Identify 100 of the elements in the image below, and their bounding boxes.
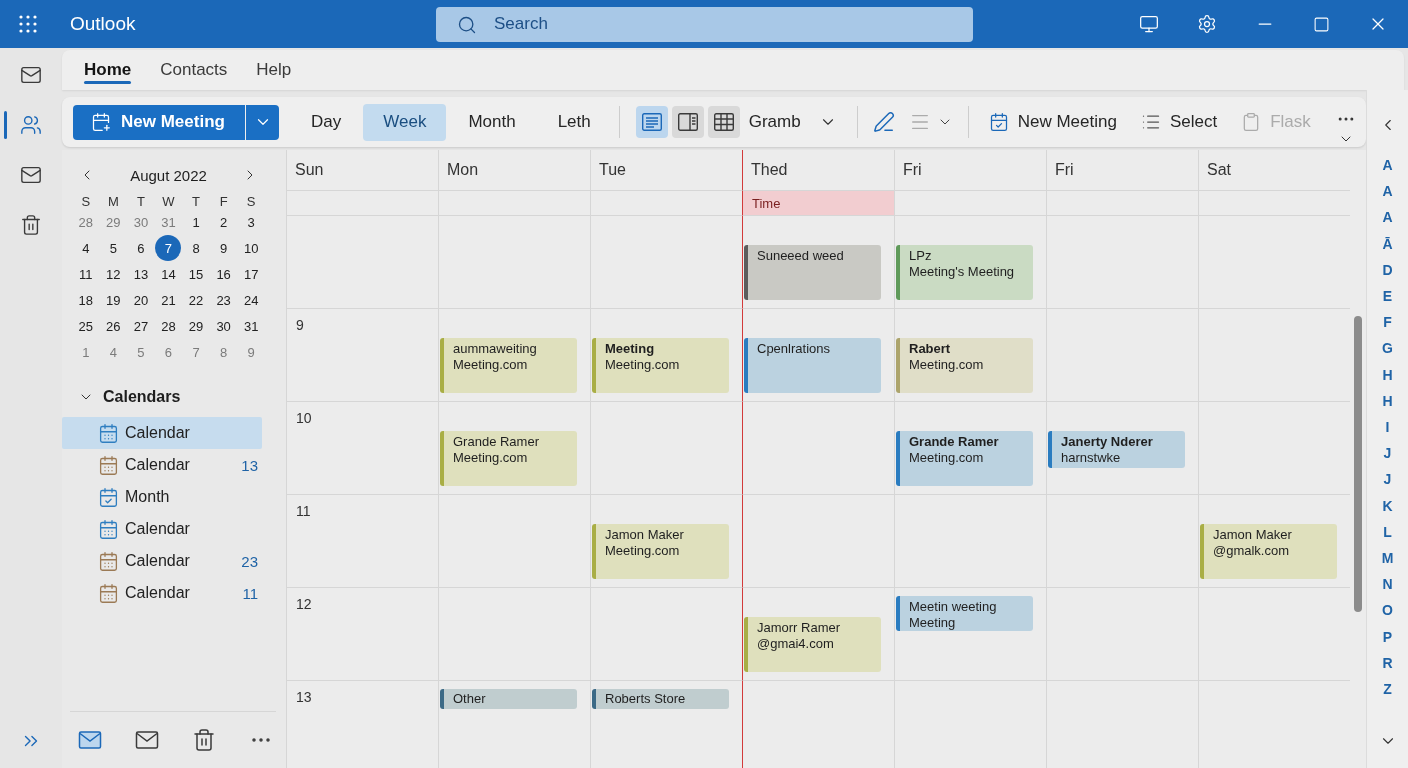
calendar-day[interactable]: 19 <box>100 287 127 313</box>
calendar-event[interactable]: Rabert Meeting.com <box>896 338 1033 393</box>
calendar-day[interactable]: 28 <box>72 209 99 235</box>
settings-icon[interactable] <box>1197 14 1217 34</box>
view-button[interactable]: Day <box>291 103 362 141</box>
calendar-event[interactable]: Grande Ramer Meeting.com <box>896 431 1033 486</box>
calendar-day[interactable]: 6 <box>127 235 154 261</box>
layout-dropdown[interactable]: Gramb <box>739 104 849 140</box>
mail-icon[interactable] <box>20 64 42 86</box>
layout-button[interactable] <box>707 106 740 138</box>
toolbar-button[interactable]: New Meeting <box>976 104 1129 140</box>
mail-icon[interactable] <box>78 730 102 750</box>
calendar-event[interactable]: Jamon Maker @gmalk.com <box>1200 524 1337 579</box>
index-letter[interactable]: O <box>1382 597 1393 624</box>
calendar-list-item[interactable]: Month <box>62 481 262 513</box>
calendar-day[interactable]: 22 <box>183 287 210 313</box>
tab[interactable]: Contacts <box>160 50 228 90</box>
trash-icon[interactable] <box>20 214 42 236</box>
calendar-event[interactable]: Grande Ramer Meeting.com <box>440 431 577 486</box>
calendar-day[interactable]: 18 <box>72 287 99 313</box>
calendar-event[interactable]: Meeting Meeting.com <box>592 338 729 393</box>
index-letter[interactable]: F <box>1383 309 1392 336</box>
new-meeting-button[interactable]: New Meeting <box>73 104 245 140</box>
calendar-day[interactable]: 1 <box>183 209 210 235</box>
mail-icon[interactable] <box>20 164 42 186</box>
maximize-icon[interactable] <box>1313 15 1330 33</box>
mail-icon[interactable] <box>135 730 159 750</box>
index-letter[interactable]: A <box>1382 204 1393 231</box>
calendar-day[interactable]: 16 <box>210 261 237 287</box>
calendar-list-item[interactable]: Calendar 11 <box>62 577 262 609</box>
calendar-event[interactable]: Janerty Nderer harnstwke <box>1048 431 1185 468</box>
calendar-day[interactable]: 8 <box>183 235 210 261</box>
calendar-event[interactable]: Cpenlrations <box>744 338 881 393</box>
index-letter[interactable]: P <box>1382 623 1393 650</box>
calendar-day[interactable]: 11 <box>72 261 99 287</box>
calendar-list-item[interactable]: Calendar <box>62 513 262 545</box>
calendar-day[interactable]: 29 <box>183 313 210 339</box>
index-letter[interactable]: E <box>1382 283 1393 310</box>
calendar-day[interactable]: 26 <box>100 313 127 339</box>
layout-button[interactable] <box>671 106 704 138</box>
calendar-day[interactable]: 30 <box>210 313 237 339</box>
all-day-event[interactable]: Time <box>743 191 894 216</box>
calendar-day[interactable]: 25 <box>72 313 99 339</box>
calendar-day[interactable]: 17 <box>238 261 265 287</box>
calendar-day[interactable]: 31 <box>155 209 182 235</box>
view-button[interactable]: Week <box>363 103 447 141</box>
index-letter[interactable]: A <box>1382 178 1393 205</box>
calendar-list-item[interactable]: Calendar <box>62 417 262 449</box>
calendar-event[interactable]: LPz Meeting's Meeting <box>896 245 1033 300</box>
calendar-day[interactable]: 20 <box>127 287 154 313</box>
trash-icon[interactable] <box>192 728 216 752</box>
calendar-day[interactable]: 5 <box>127 339 154 365</box>
calendar-day[interactable]: 12 <box>100 261 127 287</box>
tab[interactable]: Help <box>256 50 292 90</box>
calendar-day[interactable]: 3 <box>238 209 265 235</box>
view-button[interactable]: Month <box>448 103 536 141</box>
calendar-day[interactable]: 10 <box>238 235 265 261</box>
calendar-day[interactable]: 30 <box>127 209 154 235</box>
calendar-day[interactable]: 5 <box>100 235 127 261</box>
calendar-day[interactable]: 15 <box>183 261 210 287</box>
index-letter[interactable]: H <box>1382 361 1393 388</box>
calendar-event[interactable]: aummaweiting Meeting.com <box>440 338 577 393</box>
tab[interactable]: Home <box>84 50 132 90</box>
index-letter[interactable]: Z <box>1383 676 1392 703</box>
view-button[interactable]: Leth <box>537 103 611 141</box>
monitor-icon[interactable] <box>1139 14 1159 34</box>
calendar-day[interactable]: 13 <box>127 261 154 287</box>
search-field[interactable]: Search <box>436 6 973 42</box>
calendar-event[interactable]: Jamon Maker Meeting.com <box>592 524 729 579</box>
index-letter[interactable]: D <box>1382 256 1393 283</box>
calendar-day[interactable]: 27 <box>127 313 154 339</box>
index-letter[interactable]: Ā <box>1382 230 1393 257</box>
dropdown-button[interactable] <box>246 104 279 140</box>
scrollbar[interactable] <box>1354 316 1362 612</box>
calendar-day[interactable]: 9 <box>210 235 237 261</box>
layout-button[interactable] <box>635 106 668 138</box>
calendar-day[interactable]: 7 <box>155 235 182 261</box>
index-letter[interactable]: N <box>1382 571 1393 598</box>
calendar-day[interactable]: 9 <box>238 339 265 365</box>
calendar-event[interactable]: Roberts Store <box>592 689 729 709</box>
calendar-list-item[interactable]: Calendar 13 <box>62 449 262 481</box>
calendar-day[interactable]: 6 <box>155 339 182 365</box>
calendar-day[interactable]: 14 <box>155 261 182 287</box>
index-letter[interactable]: A <box>1382 152 1393 179</box>
calendar-event[interactable]: Suneeed weed <box>744 245 881 300</box>
people-icon[interactable] <box>20 114 42 136</box>
calendar-day[interactable]: 8 <box>210 339 237 365</box>
calendar-day[interactable]: 4 <box>72 235 99 261</box>
calendar-day[interactable]: 23 <box>210 287 237 313</box>
index-letter[interactable]: I <box>1385 414 1390 441</box>
calendar-event[interactable]: Jamorr Ramer @gmai4.com <box>744 617 881 672</box>
calendar-event[interactable]: Other <box>440 689 577 709</box>
calendar-day[interactable]: 28 <box>155 313 182 339</box>
calendar-day[interactable]: 21 <box>155 287 182 313</box>
index-letter[interactable]: R <box>1382 649 1393 677</box>
calendar-list-item[interactable]: Calendar 23 <box>62 545 262 577</box>
index-letter[interactable]: K <box>1382 492 1393 519</box>
calendar-event[interactable]: Meetin weeting Meeting <box>896 596 1033 631</box>
index-letter[interactable]: J <box>1383 440 1392 467</box>
index-letter[interactable]: M <box>1381 545 1394 572</box>
